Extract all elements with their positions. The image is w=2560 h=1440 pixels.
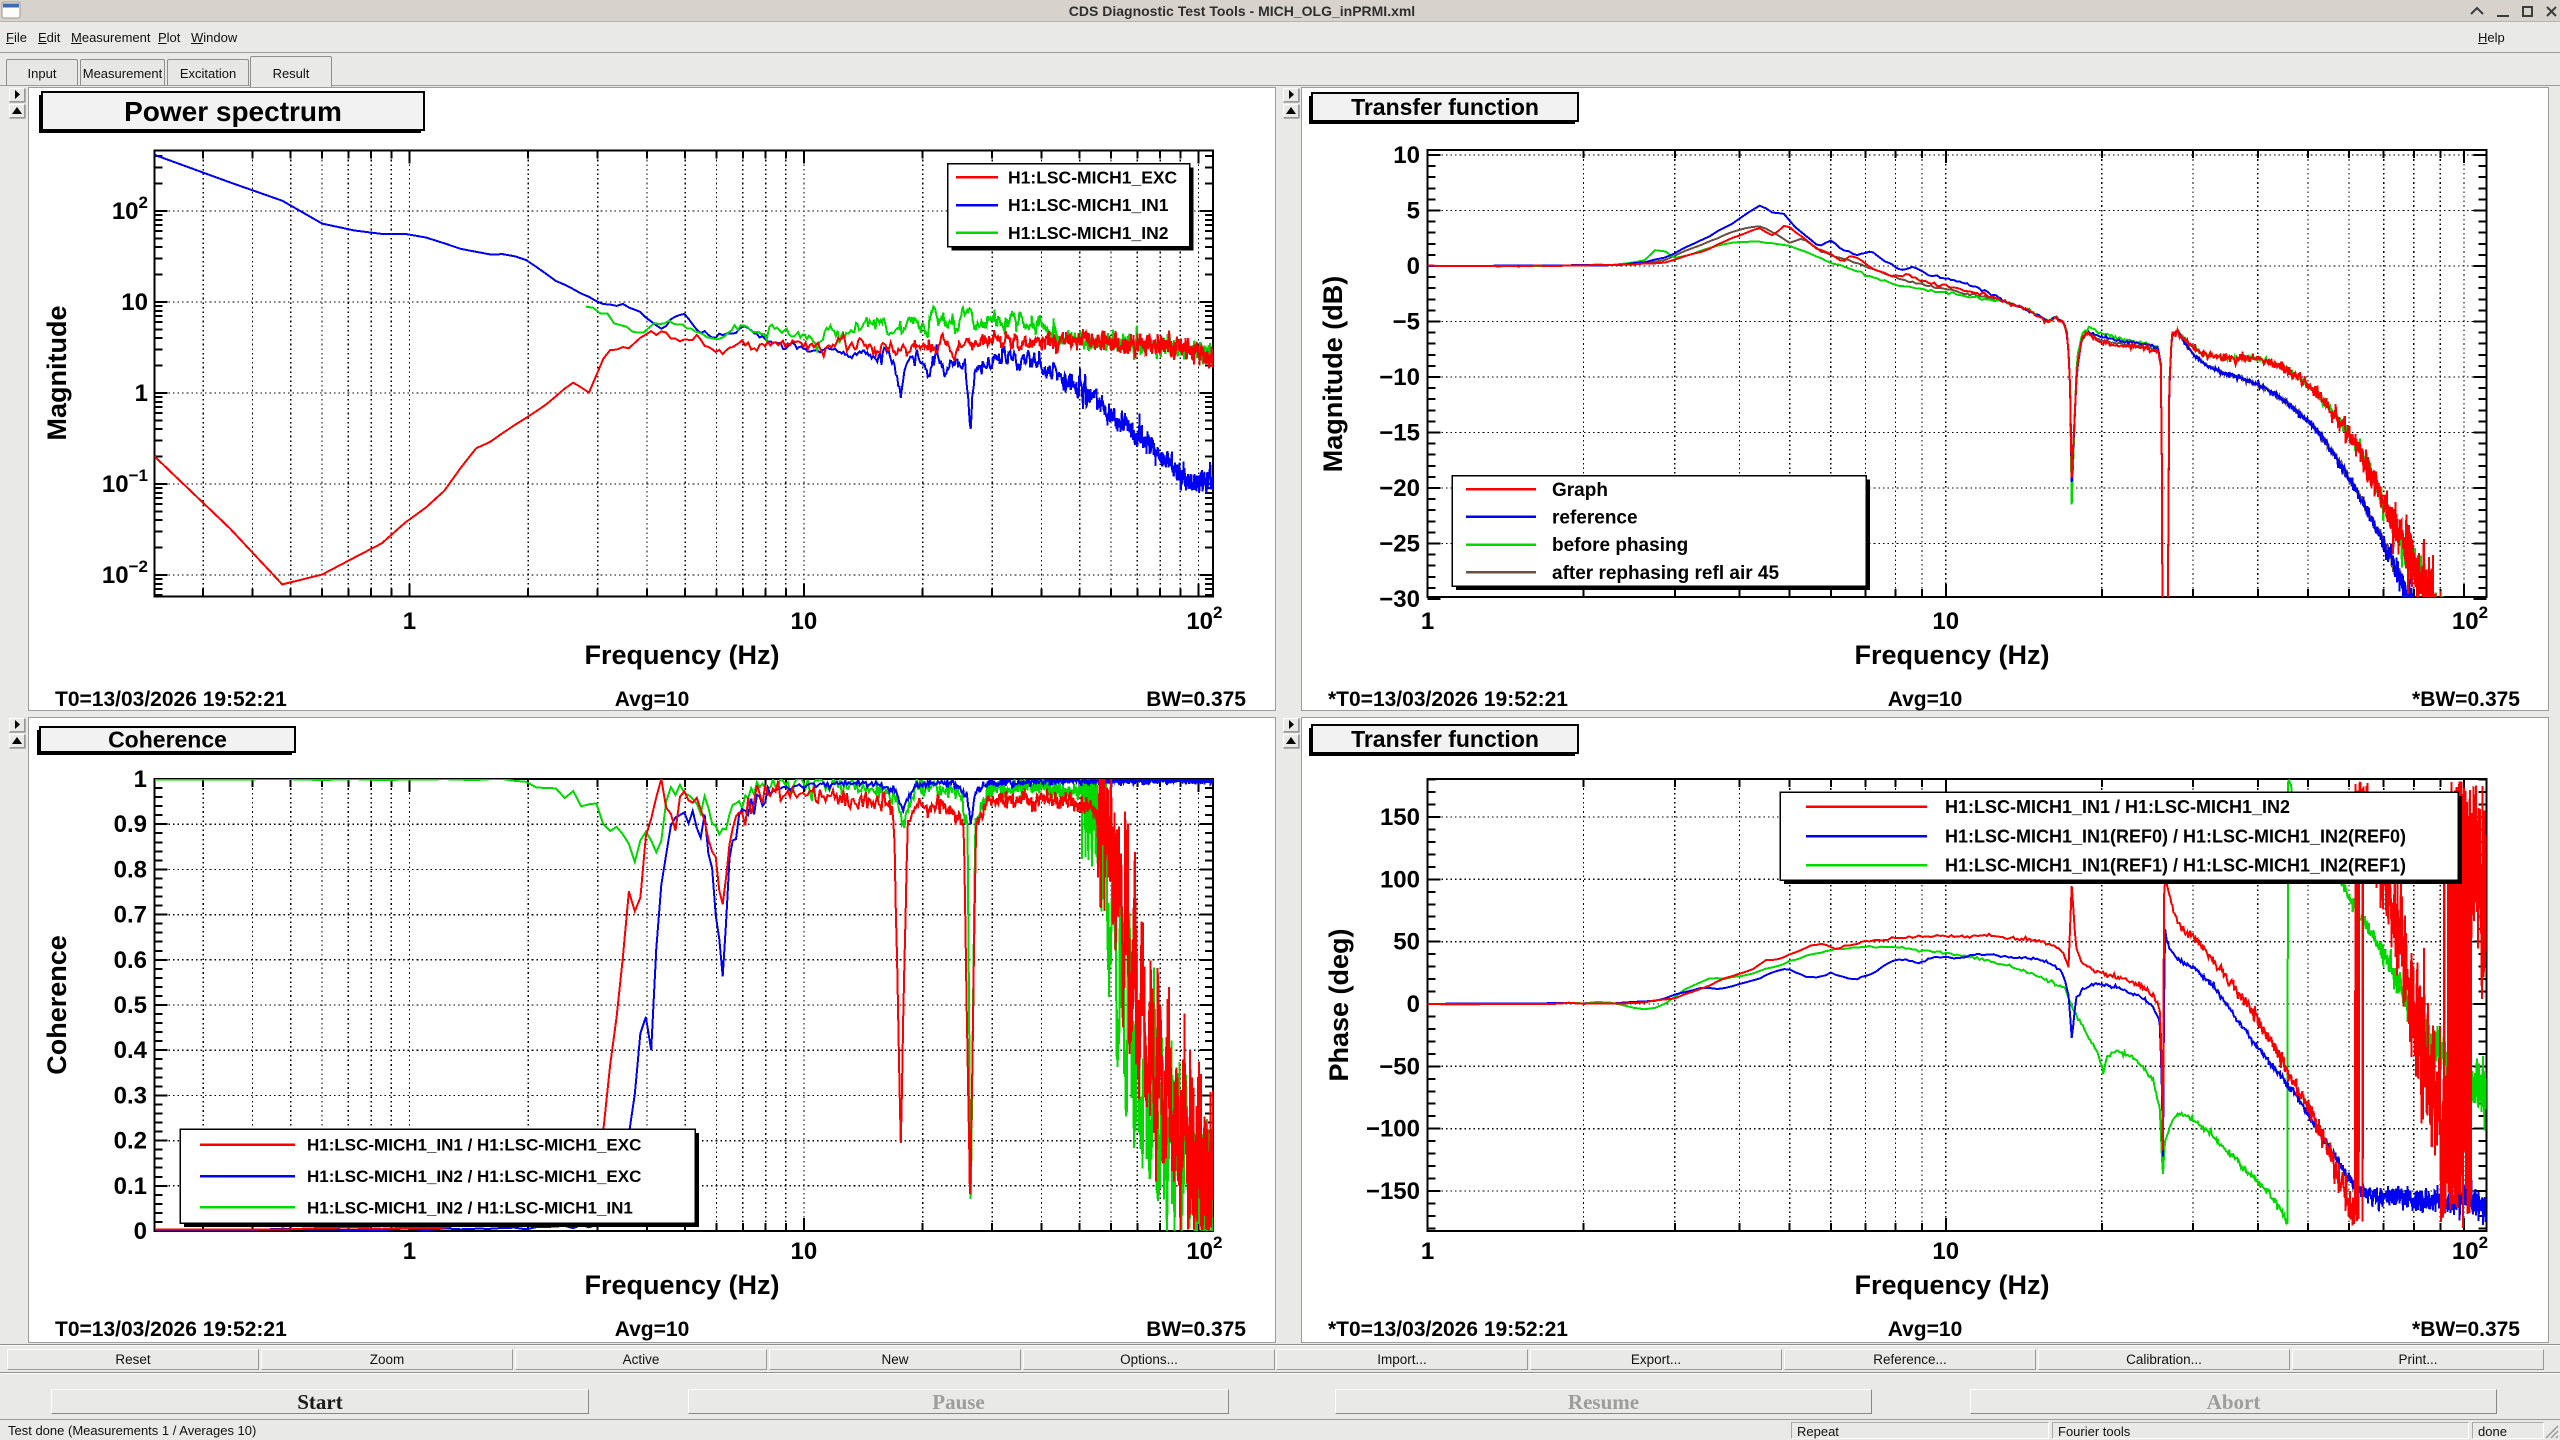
svg-text:−25: −25	[1379, 531, 1420, 558]
svg-text:H1:LSC-MICH1_IN1(REF0) / H1:LS: H1:LSC-MICH1_IN1(REF0) / H1:LSC-MICH1_IN…	[1945, 826, 2406, 846]
svg-text:0.5: 0.5	[114, 992, 147, 1019]
svg-text:102: 102	[2452, 603, 2488, 635]
svg-text:1: 1	[1421, 1238, 1434, 1265]
svg-text:10: 10	[1932, 608, 1959, 635]
svg-text:T0=13/03/2026 19:52:21: T0=13/03/2026 19:52:21	[55, 688, 287, 711]
svg-text:H1:LSC-MICH1_IN1 / H1:LSC-MICH: H1:LSC-MICH1_IN1 / H1:LSC-MICH1_EXC	[307, 1136, 641, 1155]
svg-text:Frequency (Hz): Frequency (Hz)	[584, 1270, 779, 1300]
svg-text:10: 10	[121, 289, 148, 316]
svg-text:Graph: Graph	[1552, 480, 1608, 501]
svg-text:0.2: 0.2	[114, 1128, 147, 1155]
svg-text:100: 100	[1380, 866, 1420, 893]
svg-text:BW=0.375: BW=0.375	[1146, 1318, 1246, 1341]
svg-text:*BW=0.375: *BW=0.375	[2412, 1318, 2520, 1341]
svg-text:−10: −10	[1379, 364, 1420, 391]
svg-text:10: 10	[1932, 1238, 1959, 1265]
svg-text:10: 10	[791, 608, 818, 635]
svg-text:0.4: 0.4	[114, 1037, 148, 1064]
svg-text:before phasing: before phasing	[1552, 535, 1688, 556]
svg-text:Avg=10: Avg=10	[1888, 1318, 1963, 1341]
svg-text:0.3: 0.3	[114, 1082, 147, 1109]
svg-text:−50: −50	[1379, 1053, 1420, 1080]
svg-text:Power spectrum: Power spectrum	[124, 96, 342, 127]
svg-text:H1:LSC-MICH1_IN1 / H1:LSC-MICH: H1:LSC-MICH1_IN1 / H1:LSC-MICH1_IN2	[1945, 797, 2290, 817]
svg-text:1: 1	[403, 608, 416, 635]
svg-text:H1:LSC-MICH1_IN1(REF1) / H1:LS: H1:LSC-MICH1_IN1(REF1) / H1:LSC-MICH1_IN…	[1945, 856, 2406, 876]
svg-text:Magnitude (dB): Magnitude (dB)	[1318, 276, 1348, 472]
svg-text:Avg=10: Avg=10	[615, 688, 690, 711]
svg-text:Transfer function: Transfer function	[1351, 94, 1539, 120]
svg-text:Transfer function: Transfer function	[1351, 726, 1539, 752]
svg-text:Coherence: Coherence	[42, 935, 72, 1075]
svg-text:T0=13/03/2026 19:52:21: T0=13/03/2026 19:52:21	[55, 1318, 287, 1341]
svg-text:1: 1	[135, 380, 148, 407]
svg-text:0.7: 0.7	[114, 902, 147, 929]
svg-text:−15: −15	[1379, 420, 1420, 447]
svg-text:102: 102	[2452, 1233, 2488, 1265]
svg-text:0: 0	[1407, 991, 1420, 1018]
svg-text:*BW=0.375: *BW=0.375	[2412, 688, 2520, 711]
svg-text:Frequency (Hz): Frequency (Hz)	[1854, 1270, 2049, 1300]
svg-text:5: 5	[1407, 198, 1420, 225]
svg-text:*T0=13/03/2026 19:52:21: *T0=13/03/2026 19:52:21	[1328, 688, 1568, 711]
svg-text:BW=0.375: BW=0.375	[1146, 688, 1246, 711]
svg-text:H1:LSC-MICH1_IN2 / H1:LSC-MICH: H1:LSC-MICH1_IN2 / H1:LSC-MICH1_EXC	[307, 1167, 641, 1186]
svg-text:0: 0	[1407, 253, 1420, 280]
svg-text:−5: −5	[1393, 309, 1420, 336]
svg-text:H1:LSC-MICH1_IN2 / H1:LSC-MICH: H1:LSC-MICH1_IN2 / H1:LSC-MICH1_IN1	[307, 1198, 633, 1217]
svg-text:Frequency (Hz): Frequency (Hz)	[584, 640, 779, 670]
svg-text:H1:LSC-MICH1_EXC: H1:LSC-MICH1_EXC	[1008, 168, 1178, 188]
svg-text:102: 102	[1186, 603, 1222, 635]
svg-text:−30: −30	[1379, 586, 1420, 613]
svg-text:H1:LSC-MICH1_IN2: H1:LSC-MICH1_IN2	[1008, 223, 1169, 243]
svg-text:1: 1	[1421, 608, 1434, 635]
svg-text:Frequency (Hz): Frequency (Hz)	[1854, 640, 2049, 670]
svg-text:*T0=13/03/2026 19:52:21: *T0=13/03/2026 19:52:21	[1328, 1318, 1568, 1341]
svg-text:0.6: 0.6	[114, 947, 147, 974]
svg-text:1: 1	[403, 1238, 416, 1265]
svg-text:0.1: 0.1	[114, 1173, 147, 1200]
svg-text:10−1: 10−1	[102, 466, 148, 498]
svg-text:Magnitude: Magnitude	[42, 306, 72, 441]
svg-text:reference: reference	[1552, 508, 1638, 529]
svg-text:after rephasing refl air 45: after rephasing refl air 45	[1552, 563, 1779, 584]
svg-text:Coherence: Coherence	[108, 727, 227, 753]
svg-text:0: 0	[134, 1218, 147, 1245]
svg-text:102: 102	[112, 193, 148, 225]
svg-text:Avg=10: Avg=10	[615, 1318, 690, 1341]
svg-text:0.8: 0.8	[114, 856, 147, 883]
svg-text:10: 10	[791, 1238, 818, 1265]
svg-text:102: 102	[1186, 1233, 1222, 1265]
svg-text:−20: −20	[1379, 475, 1420, 502]
svg-text:10: 10	[1393, 142, 1420, 169]
svg-text:0.9: 0.9	[114, 811, 147, 838]
svg-text:1: 1	[134, 766, 147, 793]
svg-text:150: 150	[1380, 804, 1420, 831]
svg-text:Avg=10: Avg=10	[1888, 688, 1963, 711]
svg-text:50: 50	[1393, 929, 1420, 956]
svg-text:H1:LSC-MICH1_IN1: H1:LSC-MICH1_IN1	[1008, 195, 1169, 215]
svg-text:Phase (deg): Phase (deg)	[1324, 928, 1354, 1081]
svg-text:−100: −100	[1366, 1116, 1420, 1143]
svg-text:−150: −150	[1366, 1178, 1420, 1205]
svg-text:10−2: 10−2	[102, 557, 148, 589]
